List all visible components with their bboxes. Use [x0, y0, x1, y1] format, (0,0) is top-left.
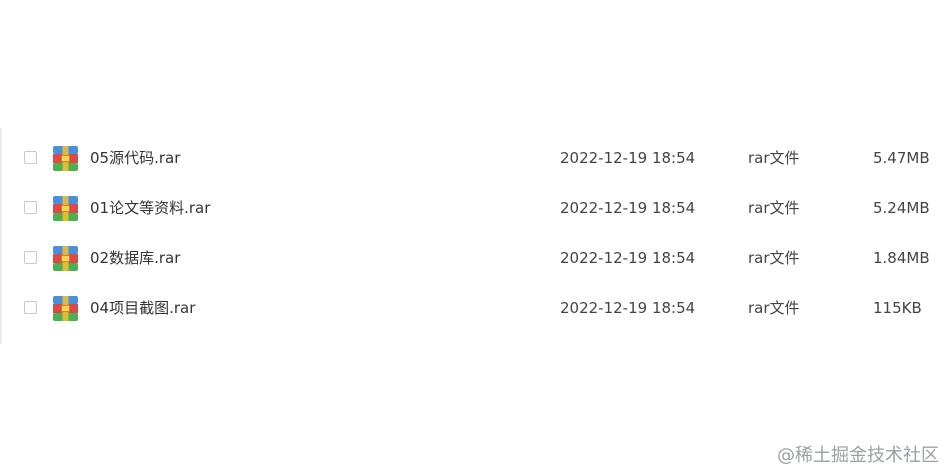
file-size: 1.84MB: [873, 249, 930, 267]
file-type: rar文件: [748, 299, 800, 317]
rar-archive-icon: [53, 296, 78, 321]
file-name[interactable]: 05源代码.rar: [90, 148, 180, 168]
file-row[interactable]: 05源代码.rar 2022-12-19 18:54 rar文件 5.47MB: [0, 133, 945, 183]
file-row[interactable]: 04项目截图.rar 2022-12-19 18:54 rar文件 115KB: [0, 283, 945, 333]
file-modified-date: 2022-12-19 18:54: [560, 249, 696, 267]
row-checkbox[interactable]: [24, 301, 37, 314]
file-name[interactable]: 02数据库.rar: [90, 248, 180, 268]
file-type: rar文件: [748, 249, 800, 267]
file-browser-page: 05源代码.rar 2022-12-19 18:54 rar文件 5.47MB …: [0, 0, 945, 472]
row-checkbox[interactable]: [24, 201, 37, 214]
file-modified-date: 2022-12-19 18:54: [560, 149, 696, 167]
file-size: 5.24MB: [873, 199, 930, 217]
file-list: 05源代码.rar 2022-12-19 18:54 rar文件 5.47MB …: [0, 133, 945, 333]
file-row[interactable]: 02数据库.rar 2022-12-19 18:54 rar文件 1.84MB: [0, 233, 945, 283]
row-checkbox[interactable]: [24, 251, 37, 264]
file-type: rar文件: [748, 199, 800, 217]
file-name[interactable]: 04项目截图.rar: [90, 298, 195, 318]
rar-archive-icon: [53, 146, 78, 171]
rar-archive-icon: [53, 246, 78, 271]
file-name[interactable]: 01论文等资料.rar: [90, 198, 210, 218]
file-size: 115KB: [873, 299, 922, 317]
rar-archive-icon: [53, 196, 78, 221]
file-modified-date: 2022-12-19 18:54: [560, 199, 696, 217]
watermark: @稀土掘金技术社区: [777, 445, 939, 466]
file-row[interactable]: 01论文等资料.rar 2022-12-19 18:54 rar文件 5.24M…: [0, 183, 945, 233]
file-type: rar文件: [748, 149, 800, 167]
row-checkbox[interactable]: [24, 151, 37, 164]
file-modified-date: 2022-12-19 18:54: [560, 299, 696, 317]
file-size: 5.47MB: [873, 149, 930, 167]
